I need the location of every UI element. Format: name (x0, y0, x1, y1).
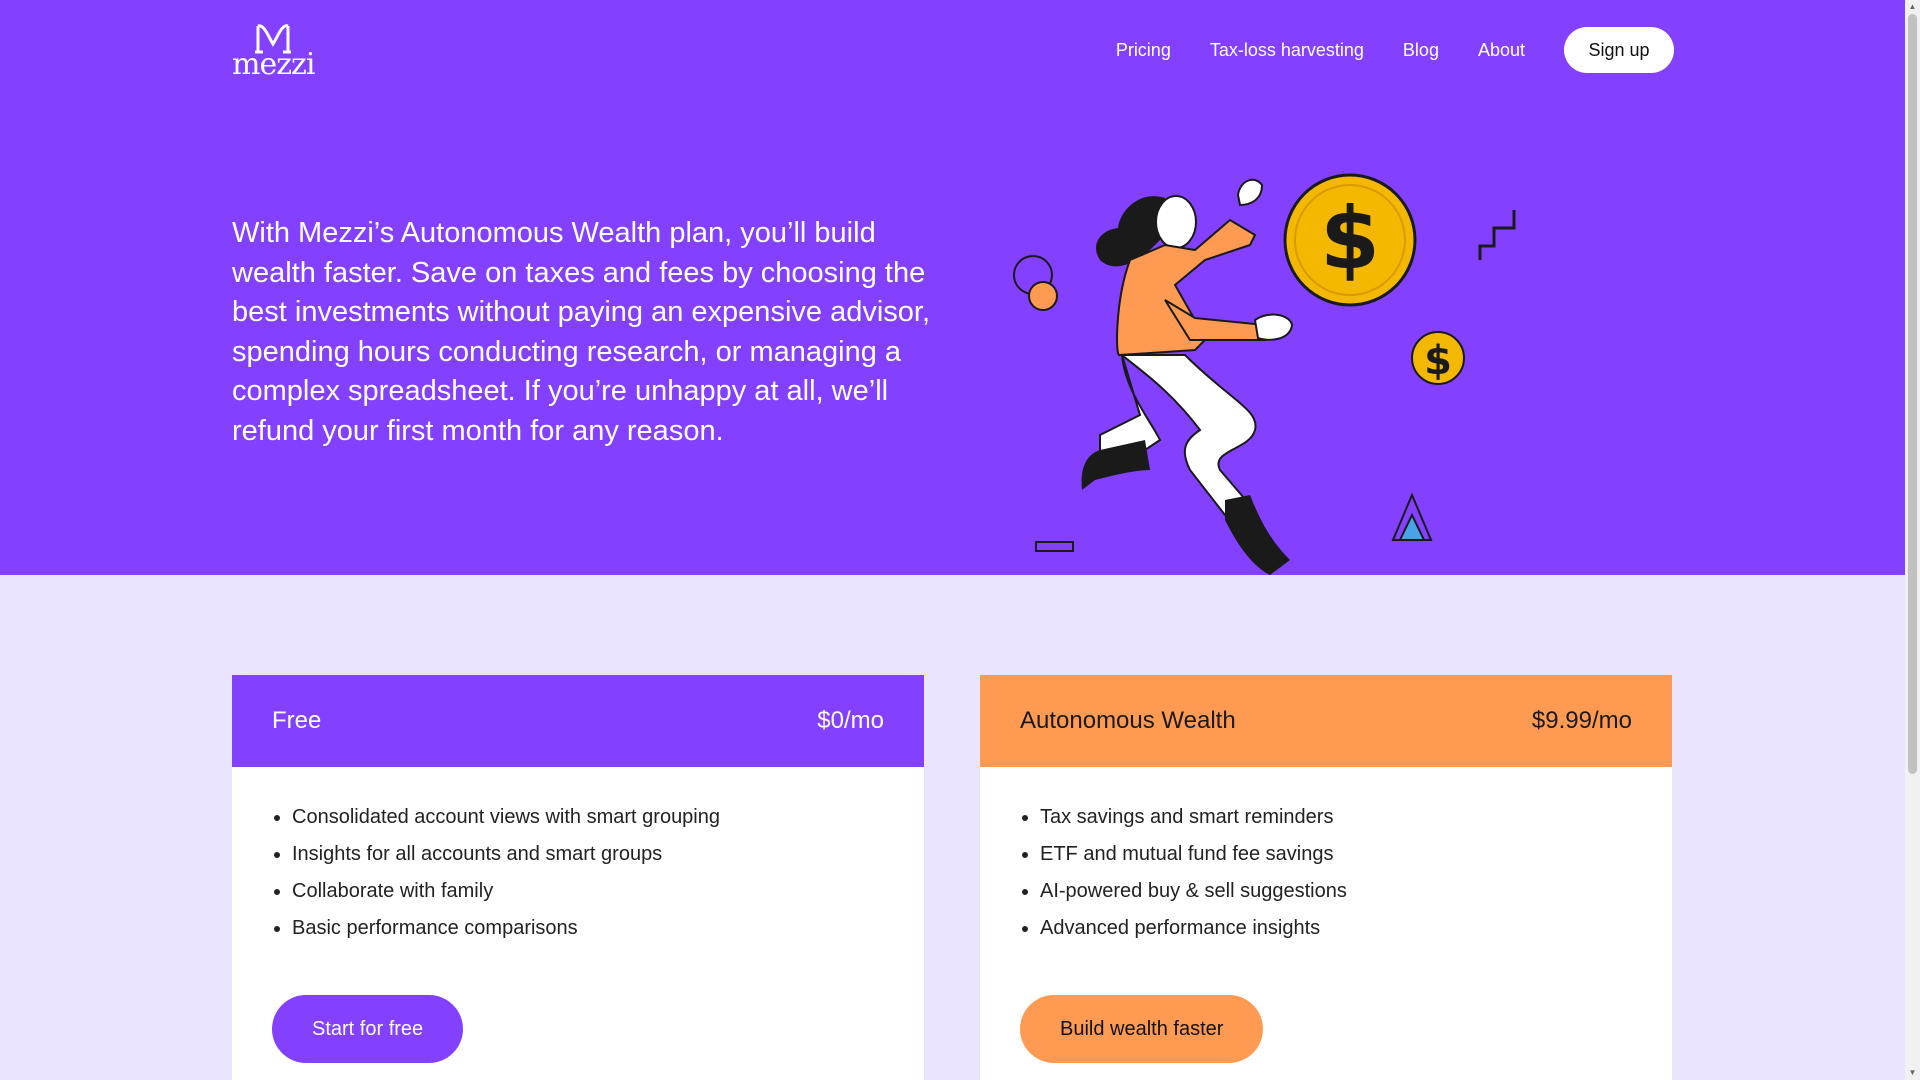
feature-item: AI-powered buy & sell suggestions (1040, 873, 1672, 910)
build-wealth-faster-button[interactable]: Build wealth faster (1020, 995, 1264, 1063)
plan-card-autonomous-wealth: Autonomous Wealth $9.99/mo Tax savings a… (980, 675, 1672, 1080)
plan-name: Free (272, 707, 322, 734)
nav-about[interactable]: About (1478, 40, 1525, 61)
start-for-free-button[interactable]: Start for free (272, 995, 464, 1063)
feature-list: Tax savings and smart reminders ETF and … (980, 799, 1672, 947)
sign-up-button[interactable]: Sign up (1564, 27, 1674, 73)
nav-blog[interactable]: Blog (1403, 40, 1439, 61)
woman-carrying-coin-illustration: $ $ (1013, 173, 1516, 575)
plan-price: $9.99/mo (1531, 707, 1632, 734)
svg-text:$: $ (1424, 338, 1452, 384)
scroll-down-arrow-icon[interactable]: ▼ (1905, 1066, 1920, 1080)
feature-item: Consolidated account views with smart gr… (292, 799, 924, 836)
scroll-up-arrow-icon[interactable]: ▲ (1905, 0, 1920, 14)
scroll-thumb[interactable] (1908, 14, 1917, 774)
logo-wordmark: mezzi (232, 47, 315, 82)
page: mezzi Pricing Tax-loss harvesting Blog A… (0, 0, 1920, 1080)
feature-item: Insights for all accounts and smart grou… (292, 836, 924, 873)
feature-item: Tax savings and smart reminders (1040, 799, 1672, 836)
nav-tax-loss-harvesting[interactable]: Tax-loss harvesting (1210, 40, 1364, 61)
feature-item: Advanced performance insights (1040, 910, 1672, 947)
feature-item: ETF and mutual fund fee savings (1040, 836, 1672, 873)
hero-section: mezzi Pricing Tax-loss harvesting Blog A… (0, 0, 1905, 575)
vertical-scrollbar[interactable]: ▲ ▼ (1905, 0, 1920, 1080)
feature-item: Collaborate with family (292, 873, 924, 910)
feature-item: Basic performance comparisons (292, 910, 924, 947)
nav-pricing[interactable]: Pricing (1116, 40, 1171, 61)
hero-description: With Mezzi’s Autonomous Wealth plan, you… (232, 217, 931, 447)
logo[interactable]: mezzi (232, 20, 315, 82)
plan-header: Autonomous Wealth $9.99/mo (980, 675, 1672, 767)
plan-card-free: Free $0/mo Consolidated account views wi… (232, 675, 924, 1080)
main-nav: Pricing Tax-loss harvesting Blog About S… (1116, 27, 1674, 73)
plan-header: Free $0/mo (232, 675, 924, 767)
feature-list: Consolidated account views with smart gr… (232, 799, 924, 947)
plan-name: Autonomous Wealth (1020, 707, 1236, 734)
plan-price: $0/mo (817, 707, 884, 734)
svg-text:$: $ (1320, 189, 1380, 289)
